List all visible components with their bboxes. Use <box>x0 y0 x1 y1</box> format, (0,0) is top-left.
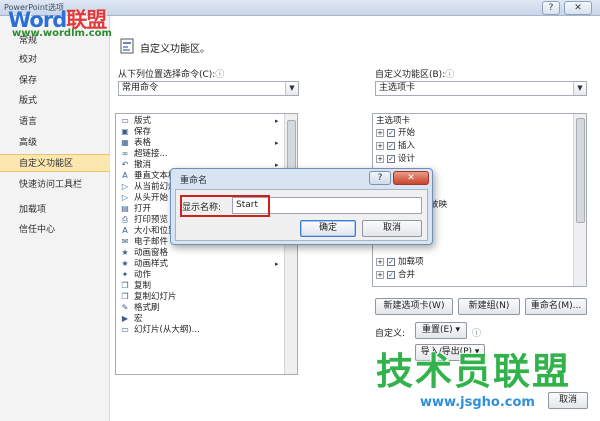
tree-scrollbar[interactable] <box>573 114 586 286</box>
list-item[interactable]: ▷ 从头开始 <box>119 193 168 203</box>
tree-item-design[interactable]: + ✓ 设计 <box>376 154 415 165</box>
play-from-current-icon: ▷ <box>121 182 129 191</box>
expand-icon[interactable]: + <box>376 257 384 266</box>
nav-item-layout[interactable]: 版式 <box>0 92 110 110</box>
watermark-brand: 技术员联盟 <box>376 350 571 393</box>
close-icon[interactable]: ✕ <box>564 1 592 15</box>
copy-icon: ❐ <box>121 281 129 290</box>
list-item[interactable]: ▦ 表格 ▸ <box>119 138 278 148</box>
list-item[interactable]: ★ 动画样式 ▸ <box>119 259 278 269</box>
list-item[interactable]: ∞ 超链接... <box>119 149 168 159</box>
nav-item-save[interactable]: 保存 <box>0 72 110 90</box>
list-item[interactable]: ✎ 格式刷 <box>119 303 160 313</box>
customize-label: 自定义: <box>375 329 406 339</box>
left-nav: 常规 校对 保存 版式 语言 高级 自定义功能区 快速访问工具栏 加载项 信任中… <box>0 16 110 421</box>
info-icon: ⓘ <box>445 70 455 80</box>
info-icon: ⓘ <box>215 70 225 80</box>
chevron-down-icon: ▼ <box>285 82 298 95</box>
format-painter-icon: ✎ <box>121 303 129 312</box>
page-title: 自定义功能区。 <box>140 44 210 55</box>
cancel-button[interactable]: 取消 <box>548 392 588 409</box>
slides-from-outline-icon: ▭ <box>121 325 129 334</box>
table-icon: ▦ <box>121 138 129 147</box>
tree-item-merge[interactable]: + ✓ 合并 <box>376 270 415 281</box>
close-icon[interactable]: ✕ <box>393 171 429 185</box>
list-item[interactable]: ✦ 动作 <box>119 270 151 280</box>
list-item[interactable]: ▭ 幻灯片(从大纲)... <box>119 325 200 335</box>
duplicate-slide-icon: ❐ <box>121 292 129 301</box>
choose-commands-dropdown[interactable]: 常用命令 ▼ <box>118 81 299 96</box>
watermark-url: www.wordlm.com <box>12 28 112 39</box>
list-item[interactable]: ▣ 保存 <box>119 127 151 137</box>
highlight-box <box>180 195 270 217</box>
action-icon: ✦ <box>121 270 129 279</box>
print-preview-icon: ⎙ <box>121 215 129 224</box>
rename-dialog-title: 重命名 <box>180 176 208 186</box>
info-icon: ⓘ <box>472 329 482 339</box>
list-item[interactable]: ⎙ 打印预览 <box>119 215 168 225</box>
animation-styles-icon: ★ <box>121 259 129 268</box>
tree-header: 主选项卡 <box>376 116 411 126</box>
expand-icon[interactable]: + <box>376 154 384 163</box>
nav-item-proofing[interactable]: 校对 <box>0 51 110 69</box>
tree-item-home[interactable]: + ✓ 开始 <box>376 128 415 139</box>
expand-icon[interactable]: + <box>376 141 384 150</box>
watermark-brand-url: www.jsgho.com <box>420 395 535 410</box>
list-item[interactable]: ★ 动画窗格 <box>119 248 168 258</box>
list-item[interactable]: ❐ 复制幻灯片 <box>119 292 176 302</box>
nav-item-quick-access[interactable]: 快速访问工具栏 <box>0 176 110 194</box>
checkbox-icon[interactable]: ✓ <box>387 257 395 266</box>
expand-icon[interactable]: + <box>376 270 384 279</box>
nav-item-addins[interactable]: 加载项 <box>0 201 110 219</box>
tree-item-insert[interactable]: + ✓ 插入 <box>376 141 415 152</box>
play-from-start-icon: ▷ <box>121 193 129 202</box>
nav-item-trust-center[interactable]: 信任中心 <box>0 221 110 239</box>
rename-cancel-button[interactable]: 取消 <box>362 220 422 237</box>
save-icon: ▣ <box>121 127 129 136</box>
customize-ribbon-label: 自定义功能区(B):ⓘ <box>375 70 455 80</box>
list-item[interactable]: ❐ 复制 <box>119 281 151 291</box>
checkbox-icon[interactable]: ✓ <box>387 154 395 163</box>
animation-pane-icon: ★ <box>121 248 129 257</box>
undo-icon: ↶ <box>121 160 129 169</box>
list-item[interactable]: ▶ 宏 <box>119 314 143 324</box>
list-item[interactable]: A 垂直文本框 <box>119 171 176 181</box>
nav-item-customize-ribbon[interactable]: 自定义功能区 <box>0 154 110 172</box>
checkbox-icon[interactable]: ✓ <box>387 128 395 137</box>
chevron-down-icon: ▼ <box>573 82 586 95</box>
scrollbar-thumb[interactable] <box>576 118 585 223</box>
checkbox-icon[interactable]: ✓ <box>387 270 395 279</box>
list-item[interactable]: ✉ 电子邮件 <box>119 237 168 247</box>
ok-button[interactable]: 确定 <box>300 220 356 237</box>
size-position-icon: A <box>122 226 128 235</box>
open-icon: ▤ <box>121 204 129 213</box>
vertical-textbox-icon: A <box>122 171 128 180</box>
new-group-button[interactable]: 新建组(N) <box>458 298 520 315</box>
customize-ribbon-icon <box>120 38 134 54</box>
customize-ribbon-dropdown[interactable]: 主选项卡 ▼ <box>375 81 587 96</box>
rename-dialog-body: 显示名称: Start 确定 取消 <box>175 189 428 241</box>
email-icon: ✉ <box>121 237 129 246</box>
new-tab-button[interactable]: 新建选项卡(W) <box>375 298 453 315</box>
list-item[interactable]: ▤ 打开 <box>119 204 151 214</box>
help-icon[interactable]: ? <box>369 171 391 185</box>
macro-icon: ▶ <box>121 314 129 323</box>
list-item[interactable]: ▭ 版式 ▸ <box>119 116 278 126</box>
reset-button[interactable]: 重置(E) ▾ <box>415 322 467 339</box>
rename-dialog: 重命名 ? ✕ 显示名称: Start 确定 取消 <box>170 168 433 245</box>
nav-item-language[interactable]: 语言 <box>0 113 110 131</box>
hyperlink-icon: ∞ <box>121 149 129 158</box>
help-icon[interactable]: ? <box>542 1 560 15</box>
nav-item-advanced[interactable]: 高级 <box>0 134 110 152</box>
rename-button[interactable]: 重命名(M)... <box>525 298 587 315</box>
choose-commands-label: 从下列位置选择命令(C):ⓘ <box>118 70 225 80</box>
expand-icon[interactable]: + <box>376 128 384 137</box>
layout-icon: ▭ <box>121 116 129 125</box>
list-item[interactable]: ↶ 撤消 ▸ <box>119 160 279 170</box>
checkbox-icon[interactable]: ✓ <box>387 141 395 150</box>
tree-item-addins[interactable]: + ✓ 加载项 <box>376 257 424 268</box>
list-item[interactable]: A 大小和位置 <box>119 226 176 236</box>
